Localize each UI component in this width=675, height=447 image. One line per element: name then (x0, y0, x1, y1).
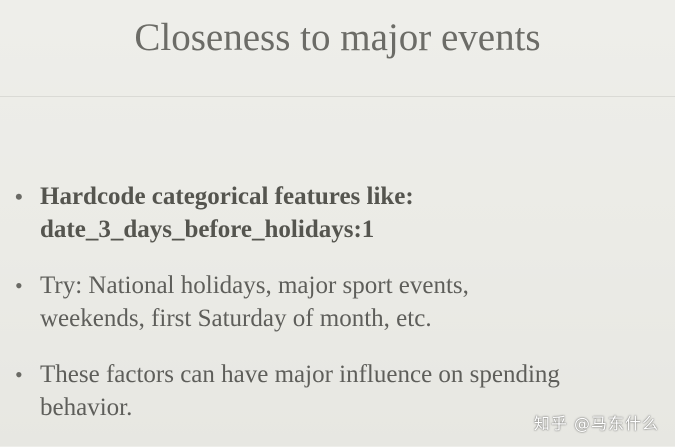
bullet-text-line: These factors can have major influence o… (40, 361, 560, 388)
bullet-item-hardcode: • Hardcode categorical features like: da… (0, 180, 675, 246)
bullet-dot-icon: • (15, 273, 23, 298)
bullet-text-line: behavior. (40, 394, 133, 421)
title-divider (0, 96, 675, 97)
slide-title: Closeness to major events (134, 16, 541, 59)
bullet-text-line: Try: National holidays, major sport even… (40, 272, 469, 299)
bullet-text-line: date_3_days_before_holidays:1 (40, 216, 375, 243)
bullet-text-line: weekends, first Saturday of month, etc. (40, 305, 432, 332)
watermark: 知乎 @马东什么 (533, 414, 659, 433)
bullet-dot-icon: • (15, 184, 23, 209)
bullet-text-line: Hardcode categorical features like: (40, 183, 414, 210)
bullet-list: • Hardcode categorical features like: da… (0, 180, 675, 447)
bullet-item-try: • Try: National holidays, major sport ev… (0, 269, 675, 335)
bullet-dot-icon: • (15, 362, 23, 387)
